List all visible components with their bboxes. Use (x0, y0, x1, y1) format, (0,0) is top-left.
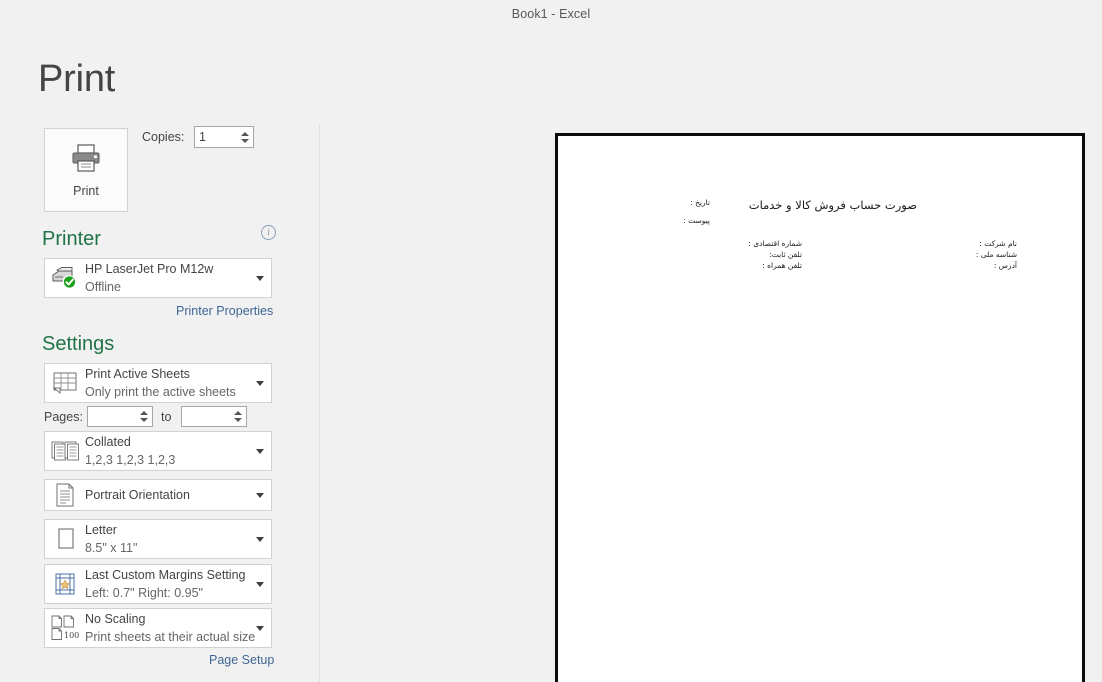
settings-section-heading: Settings (42, 333, 115, 355)
chevron-down-icon (256, 625, 264, 631)
printer-status-icon (45, 266, 85, 290)
paper-size-title: Letter (85, 522, 117, 537)
collation-title: Collated (85, 434, 131, 449)
printer-section-heading: Printer (42, 228, 101, 250)
svg-text:100: 100 (64, 631, 79, 640)
margins-selector[interactable]: Last Custom Margins Setting Left: 0.7" R… (44, 564, 272, 604)
orientation-title: Portrait Orientation (85, 487, 190, 502)
pages-label: Pages: (44, 410, 83, 424)
orientation-text: Portrait Orientation (85, 488, 249, 503)
print-preview-page: صورت حساب فروش کالا و خدمات تاریخ : پیوس… (555, 133, 1085, 682)
invoice-field-landline: تلفن ثابت: (769, 250, 802, 259)
invoice-field-mobile: تلفن همراه : (762, 261, 802, 270)
margins-icon (45, 571, 85, 597)
invoice-document: صورت حساب فروش کالا و خدمات تاریخ : پیوس… (558, 136, 1082, 682)
pages-to-spin-arrows[interactable] (230, 407, 246, 426)
invoice-attachment-label: پیوست : (683, 216, 710, 225)
paper-size-dropdown-arrow[interactable] (249, 536, 271, 542)
paper-size-icon (45, 526, 85, 552)
pages-from-stepper[interactable] (87, 406, 153, 427)
chevron-down-icon (256, 275, 264, 281)
printer-status: Offline (85, 279, 121, 294)
printer-properties-link[interactable]: Printer Properties (176, 304, 273, 318)
copies-stepper[interactable] (194, 126, 254, 148)
collation-dropdown-arrow[interactable] (249, 448, 271, 454)
pages-from-spin-arrows[interactable] (136, 407, 152, 426)
printer-name: HP LaserJet Pro M12w (85, 261, 214, 276)
paper-size-text: Letter 8.5" x 11" (85, 523, 249, 556)
print-what-selector[interactable]: Print Active Sheets Only print the activ… (44, 363, 272, 403)
print-what-text: Print Active Sheets Only print the activ… (85, 367, 249, 400)
printer-info: HP LaserJet Pro M12w Offline (85, 262, 249, 295)
pages-to-stepper[interactable] (181, 406, 247, 427)
paper-size-subtitle: 8.5" x 11" (85, 540, 138, 555)
chevron-down-icon (256, 492, 264, 498)
copies-label: Copies: (142, 130, 185, 144)
collation-selector[interactable]: Collated 1,2,3 1,2,3 1,2,3 (44, 431, 272, 471)
margins-title: Last Custom Margins Setting (85, 567, 246, 582)
portrait-page-icon (45, 482, 85, 508)
window-title: Book1 - Excel (511, 7, 591, 21)
chevron-up-icon[interactable] (234, 411, 242, 415)
pages-from-input[interactable] (88, 407, 136, 426)
invoice-field-economic-code: شماره اقتصادی : (748, 239, 802, 248)
margins-text: Last Custom Margins Setting Left: 0.7" R… (85, 568, 249, 601)
printer-selector[interactable]: HP LaserJet Pro M12w Offline (44, 258, 272, 298)
pages-to-label: to (161, 410, 172, 424)
orientation-selector[interactable]: Portrait Orientation (44, 479, 272, 511)
title-bar: Book1 - Excel (0, 0, 1102, 28)
chevron-up-icon[interactable] (241, 131, 249, 136)
print-what-subtitle: Only print the active sheets (85, 384, 236, 399)
print-button[interactable]: Print (44, 128, 128, 212)
chevron-down-icon[interactable] (140, 418, 148, 422)
scaling-title: No Scaling (85, 611, 146, 626)
info-icon[interactable]: i (261, 225, 276, 240)
margins-dropdown-arrow[interactable] (249, 581, 271, 587)
worksheet-icon (45, 370, 85, 396)
orientation-dropdown-arrow[interactable] (249, 492, 271, 498)
scaling-text: No Scaling Print sheets at their actual … (85, 611, 256, 645)
printer-dropdown-arrow[interactable] (249, 275, 271, 281)
copies-spin-arrows[interactable] (237, 127, 253, 147)
scaling-icon: 100 (45, 614, 85, 642)
print-what-dropdown-arrow[interactable] (249, 380, 271, 386)
chevron-down-icon (256, 448, 264, 454)
invoice-field-address: آدرس : (993, 261, 1017, 270)
chevron-down-icon[interactable] (241, 138, 249, 143)
chevron-down-icon[interactable] (234, 418, 242, 422)
invoice-contact-fields: شماره اقتصادی : تلفن ثابت: تلفن همراه : (748, 238, 802, 271)
margins-subtitle: Left: 0.7" Right: 0.95" (85, 585, 203, 600)
invoice-title: صورت حساب فروش کالا و خدمات (748, 198, 917, 212)
invoice-field-company-name: نام شرکت : (979, 239, 1017, 248)
copies-input[interactable] (195, 127, 237, 147)
collation-subtitle: 1,2,3 1,2,3 1,2,3 (85, 452, 176, 467)
printer-icon (69, 143, 103, 178)
collate-icon (45, 438, 85, 464)
scaling-subtitle: Print sheets at their actual size (85, 629, 256, 644)
page-title: Print (38, 58, 116, 100)
invoice-field-national-id: شناسه ملی : (975, 250, 1017, 259)
print-button-label: Print (73, 183, 99, 198)
chevron-down-icon (256, 380, 264, 386)
chevron-down-icon (256, 581, 264, 587)
paper-size-selector[interactable]: Letter 8.5" x 11" (44, 519, 272, 559)
invoice-date-label: تاریخ : (690, 198, 710, 207)
page-setup-link[interactable]: Page Setup (209, 653, 274, 667)
chevron-down-icon (256, 536, 264, 542)
invoice-company-fields: نام شرکت : شناسه ملی : آدرس : (976, 238, 1017, 271)
collation-text: Collated 1,2,3 1,2,3 1,2,3 (85, 435, 249, 468)
pages-to-input[interactable] (182, 407, 230, 426)
scaling-selector[interactable]: 100 No Scaling Print sheets at their act… (44, 608, 272, 648)
chevron-up-icon[interactable] (140, 411, 148, 415)
scaling-dropdown-arrow[interactable] (249, 625, 271, 631)
print-what-title: Print Active Sheets (85, 366, 190, 381)
